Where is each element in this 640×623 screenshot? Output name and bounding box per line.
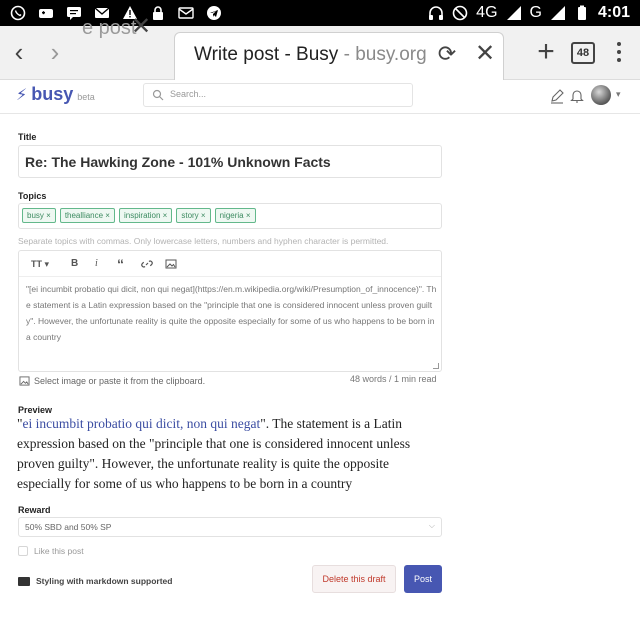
image-icon <box>19 376 30 386</box>
markdown-editor[interactable]: TT ▾ B i “ "[ei incumbit probatio qui di… <box>18 250 442 372</box>
topics-label: Topics <box>18 191 47 201</box>
image-icon[interactable] <box>165 257 177 271</box>
do-not-disturb-icon <box>452 5 468 21</box>
write-post-icon[interactable] <box>549 88 565 104</box>
reload-button[interactable]: ⟳ <box>434 40 460 68</box>
tab-page-title: Write post - Busy <box>194 44 339 65</box>
resize-handle[interactable] <box>433 363 439 369</box>
title-label: Title <box>18 132 37 142</box>
markdown-note-text: Styling with markdown supported <box>36 576 173 586</box>
editor-toolbar: TT ▾ B i “ <box>19 251 441 277</box>
preview-link[interactable]: ei incumbit probatio qui dicit, non qui … <box>23 416 261 431</box>
signal-icon-2 <box>550 6 565 20</box>
heading-button[interactable]: TT ▾ <box>31 257 49 271</box>
markdown-note: Styling with markdown supported <box>18 576 172 586</box>
busy-logo[interactable]: ⚡ busy beta <box>16 84 95 105</box>
delete-draft-button[interactable]: Delete this draft <box>312 565 396 593</box>
topic-tag[interactable]: story × <box>176 208 211 223</box>
status-system: 4G G 4:01 <box>428 4 630 22</box>
logo-text: busy <box>31 84 74 104</box>
quote-button[interactable]: “ <box>117 257 124 271</box>
like-post-checkbox[interactable] <box>18 546 28 556</box>
topic-tag[interactable]: inspiration × <box>118 208 173 223</box>
select-image-button[interactable]: Select image or paste it from the clipbo… <box>19 376 205 386</box>
gamepad-icon <box>39 9 53 18</box>
browser-menu-button[interactable] <box>612 42 626 66</box>
close-tab-button[interactable]: ✕ <box>472 40 498 68</box>
telegram-icon <box>207 6 221 20</box>
topics-input[interactable]: busy × thealliance × inspiration × story… <box>18 203 442 229</box>
like-post-label: Like this post <box>34 546 84 556</box>
mail-icon <box>178 7 194 19</box>
link-icon[interactable] <box>141 257 153 271</box>
italic-button[interactable]: i <box>95 257 98 271</box>
chevron-down-icon[interactable]: ▾ <box>616 89 621 100</box>
user-avatar[interactable] <box>591 85 611 105</box>
reward-value: 50% SBD and 50% SP <box>25 522 112 532</box>
notifications-bell-icon[interactable] <box>569 88 585 104</box>
search-input[interactable]: Search... <box>143 83 413 107</box>
clock: 4:01 <box>597 4 630 21</box>
battery-icon <box>577 5 586 20</box>
back-button[interactable]: ‹ <box>4 38 34 68</box>
post-button[interactable]: Post <box>404 565 442 593</box>
title-input[interactable]: Re: The Hawking Zone - 101% Unknown Fact… <box>18 145 442 178</box>
app-header: ⚡ busy beta Search... ▾ <box>0 80 640 114</box>
active-tab-title: Write post - Busy - busy.org <box>194 44 427 65</box>
topic-tag[interactable]: busy × <box>22 208 56 223</box>
tab-domain: busy.org <box>355 44 427 65</box>
network-type: 4G <box>476 4 498 21</box>
chevron-down-icon: ⌵ <box>428 521 435 530</box>
signal-icon <box>506 6 521 20</box>
preview-body: "ei incumbit probatio qui dicit, non qui… <box>17 416 411 491</box>
headphones-icon <box>429 6 444 20</box>
message-icon <box>67 7 81 20</box>
topic-tag[interactable]: nigeria × <box>214 208 256 223</box>
reward-select[interactable]: 50% SBD and 50% SP ⌵ <box>18 517 442 537</box>
bolt-icon: ⚡ <box>16 87 28 104</box>
topics-hint: Separate topics with commas. Only lowerc… <box>18 236 389 246</box>
network-type-2: G <box>529 4 542 21</box>
topic-tag[interactable]: thealliance × <box>59 208 115 223</box>
logo-beta-badge: beta <box>77 92 95 102</box>
whatsapp-icon <box>10 5 26 21</box>
search-placeholder: Search... <box>170 89 207 99</box>
like-post-row[interactable]: Like this post <box>18 546 84 556</box>
word-count: 48 words / 1 min read <box>350 374 437 384</box>
search-icon <box>152 89 164 101</box>
tab-count-button[interactable]: 48 <box>571 42 595 64</box>
editor-page: Title Re: The Hawking Zone - 101% Unknow… <box>0 114 640 623</box>
bold-button[interactable]: B <box>71 257 78 271</box>
select-image-label: Select image or paste it from the clipbo… <box>34 376 206 386</box>
reward-label: Reward <box>18 505 51 515</box>
markdown-icon <box>18 576 30 586</box>
forward-button[interactable]: › <box>40 38 70 68</box>
new-tab-button[interactable]: + <box>532 37 560 68</box>
close-inactive-tab-button[interactable]: ✕ <box>128 14 154 42</box>
editor-body[interactable]: "[ei incumbit probatio qui dicit, non qu… <box>26 281 438 345</box>
